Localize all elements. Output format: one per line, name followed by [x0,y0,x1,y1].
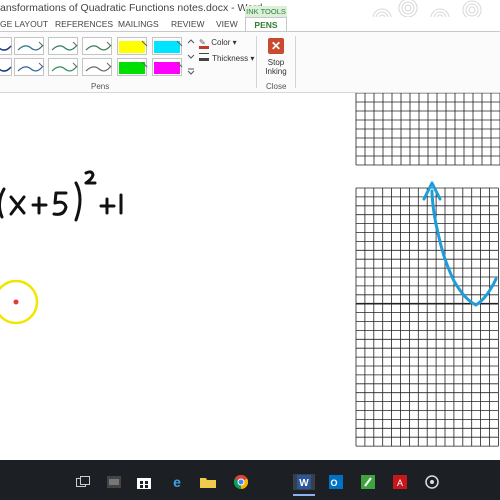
parabola-ink [430,189,498,307]
chrome-icon[interactable] [230,474,252,490]
highlighter-yellow[interactable] [117,37,148,55]
color-option[interactable]: ✎ Color ▾ [199,38,237,49]
stop-label-line1: Stop [267,58,285,67]
thickness-icon [199,53,209,61]
highlighter-cyan[interactable] [152,37,183,55]
ribbon-separator [295,36,296,88]
pen-swatch[interactable] [0,58,12,76]
handwritten-equation [0,170,123,222]
svg-text:W: W [299,478,309,489]
close-group-label: Close [266,82,287,91]
files-icon[interactable] [103,474,125,490]
store-icon[interactable] [133,474,155,490]
word-icon[interactable]: W [293,474,315,496]
ribbon-separator [256,36,257,88]
coordinate-grid [355,187,499,447]
window-title: ansformations of Quadratic Functions not… [0,2,263,14]
tab-view[interactable]: VIEW [216,17,238,31]
red-point [13,299,19,305]
gallery-scroll[interactable] [186,37,196,77]
tab-mailings[interactable]: MAILINGS [118,17,159,31]
document-page[interactable] [0,92,500,460]
thickness-option[interactable]: Thickness ▾ [199,53,254,63]
green-app-icon[interactable] [357,474,379,490]
chevron-down-icon: ▾ [250,54,255,63]
svg-text:A: A [397,478,403,488]
pen-swatch[interactable] [14,58,44,76]
highlighter-magenta[interactable] [152,58,183,76]
stop-label-line2: Inking [265,67,287,76]
pen-swatch[interactable] [0,37,12,55]
outlook-icon[interactable]: O [325,474,347,490]
pen-swatch[interactable] [48,58,78,76]
chevron-down-icon: ▾ [232,38,237,47]
edge-icon[interactable]: e [166,474,188,490]
folder-icon[interactable] [197,474,219,490]
pen-swatch[interactable] [48,37,78,55]
pen-swatch[interactable] [82,37,112,55]
ink-canvas[interactable] [0,92,500,460]
taskbar: e W O A [0,460,500,500]
task-view-icon[interactable] [72,474,94,490]
acrobat-icon[interactable]: A [389,474,411,490]
obs-icon[interactable] [421,474,443,490]
tab-review[interactable]: REVIEW [171,17,205,31]
svg-text:O: O [330,478,337,488]
thickness-label: Thickness [212,54,249,63]
highlighter-green[interactable] [117,58,148,76]
tab-pens[interactable]: PENS [245,17,287,32]
close-icon: ✕ [268,38,284,54]
pen-swatch[interactable] [82,58,112,76]
tab-references[interactable]: REFERENCES [55,17,113,31]
ink-tools-group-label: INK TOOLS [245,6,287,17]
pen-swatch[interactable] [14,37,44,55]
stop-inking-button[interactable]: ✕ Stop Inking [260,38,292,88]
pen-color-icon: ✎ [199,39,209,49]
pens-group-label: Pens [91,82,110,91]
tab-page-layout[interactable]: GE LAYOUT [0,17,48,31]
color-label: Color [211,38,231,47]
coordinate-grid-top [355,92,500,166]
